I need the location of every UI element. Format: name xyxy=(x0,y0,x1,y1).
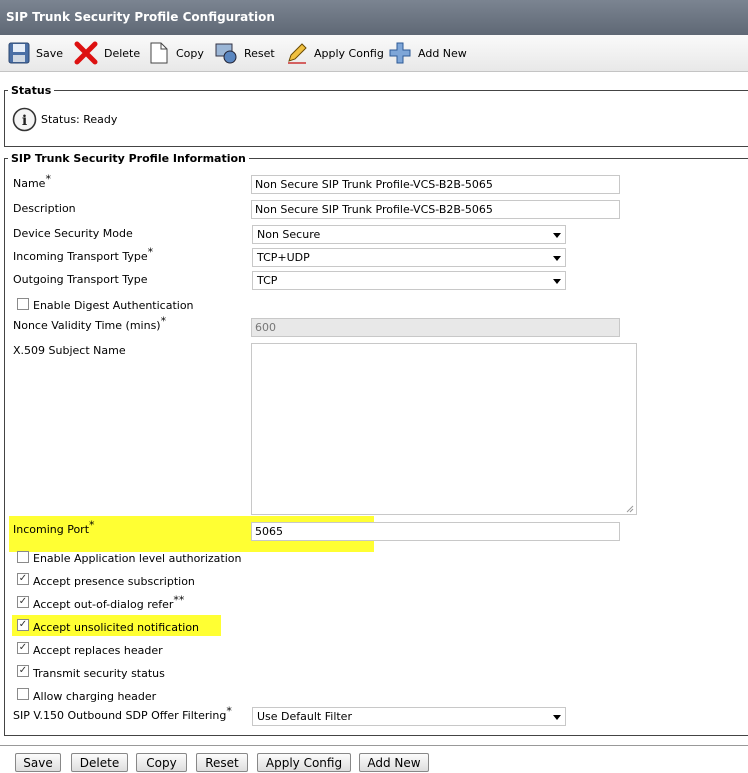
sdp-filter-label: SIP V.150 Outbound SDP Offer Filtering* xyxy=(13,704,232,722)
digest-auth-label: Enable Digest Authentication xyxy=(33,299,194,312)
unsolicited-checkbox[interactable]: ✓ xyxy=(17,619,29,631)
device-security-mode-select[interactable]: Non Secure xyxy=(252,225,566,244)
ood-refer-checkbox[interactable]: ✓ xyxy=(17,596,29,608)
charging-checkbox[interactable] xyxy=(17,688,29,700)
delete-toolbar-button[interactable]: Delete xyxy=(74,39,140,67)
nonce-label: Nonce Validity Time (mins)* xyxy=(13,314,167,332)
name-field[interactable]: Non Secure SIP Trunk Profile-VCS-B2B-506… xyxy=(251,175,620,194)
charging-label: Allow charging header xyxy=(33,690,157,703)
divider xyxy=(0,745,748,746)
app-auth-checkbox[interactable] xyxy=(17,551,29,563)
pencil-icon xyxy=(288,43,307,64)
replaces-checkbox[interactable]: ✓ xyxy=(17,642,29,654)
status-legend: Status xyxy=(8,84,55,97)
presence-checkbox[interactable]: ✓ xyxy=(17,573,29,585)
delete-icon xyxy=(74,41,98,65)
chevron-down-icon xyxy=(553,233,561,238)
chevron-down-icon xyxy=(553,715,561,720)
copy-toolbar-button[interactable]: Copy xyxy=(148,39,204,67)
unsolicited-label: Accept unsolicited notification xyxy=(33,621,200,634)
chevron-down-icon xyxy=(553,256,561,261)
description-label: Description xyxy=(13,202,76,215)
outgoing-transport-select[interactable]: TCP xyxy=(252,271,566,290)
reset-icon xyxy=(215,43,237,64)
outgoing-transport-label: Outgoing Transport Type xyxy=(13,273,148,286)
apply-config-button[interactable]: Apply Config xyxy=(257,753,351,772)
transmit-label: Transmit security status xyxy=(33,667,165,680)
delete-button[interactable]: Delete xyxy=(71,753,128,772)
window-title-bar: SIP Trunk Security Profile Configuration xyxy=(0,0,748,35)
name-label: Name* xyxy=(13,172,51,190)
copy-button[interactable]: Copy xyxy=(136,753,187,772)
replaces-label: Accept replaces header xyxy=(33,644,163,657)
device-security-mode-label: Device Security Mode xyxy=(13,227,133,240)
save-toolbar-button[interactable]: Save xyxy=(8,39,63,67)
toolbar: Save Delete Copy Reset Apply Config Add … xyxy=(0,35,748,72)
page-title: SIP Trunk Security Profile Configuration xyxy=(6,10,275,24)
status-text: Status: Ready xyxy=(41,113,118,126)
presence-label: Accept presence subscription xyxy=(33,575,195,588)
app-auth-label: Enable Application level authorization xyxy=(33,552,242,565)
reset-button[interactable]: Reset xyxy=(196,753,248,772)
incoming-transport-label: Incoming Transport Type* xyxy=(13,245,154,263)
chevron-down-icon xyxy=(553,279,561,284)
sdp-filter-select[interactable]: Use Default Filter xyxy=(252,707,566,726)
x509-textarea[interactable] xyxy=(251,343,637,515)
ood-refer-label: Accept out-of-dialog refer** xyxy=(33,593,185,611)
svg-text:i: i xyxy=(22,113,27,129)
add-new-button[interactable]: Add New xyxy=(359,753,429,772)
x509-label: X.509 Subject Name xyxy=(13,344,126,357)
transmit-checkbox[interactable]: ✓ xyxy=(17,665,29,677)
copy-icon xyxy=(150,42,168,64)
description-field[interactable]: Non Secure SIP Trunk Profile-VCS-B2B-506… xyxy=(251,200,620,219)
digest-auth-checkbox[interactable] xyxy=(17,298,29,310)
incoming-port-field[interactable]: 5065 xyxy=(251,522,620,541)
save-icon xyxy=(8,42,30,64)
info-legend: SIP Trunk Security Profile Information xyxy=(8,152,249,165)
add-icon xyxy=(389,42,411,64)
reset-toolbar-button[interactable]: Reset xyxy=(214,39,275,67)
incoming-transport-select[interactable]: TCP+UDP xyxy=(252,248,566,267)
info-icon: i xyxy=(12,107,37,132)
nonce-field[interactable]: 600 xyxy=(251,318,620,337)
save-button[interactable]: Save xyxy=(15,753,61,772)
incoming-port-label: Incoming Port* xyxy=(13,518,95,536)
add-new-toolbar-button[interactable]: Add New xyxy=(388,39,467,67)
apply-config-toolbar-button[interactable]: Apply Config xyxy=(286,39,384,67)
resize-grip-icon xyxy=(626,505,634,513)
